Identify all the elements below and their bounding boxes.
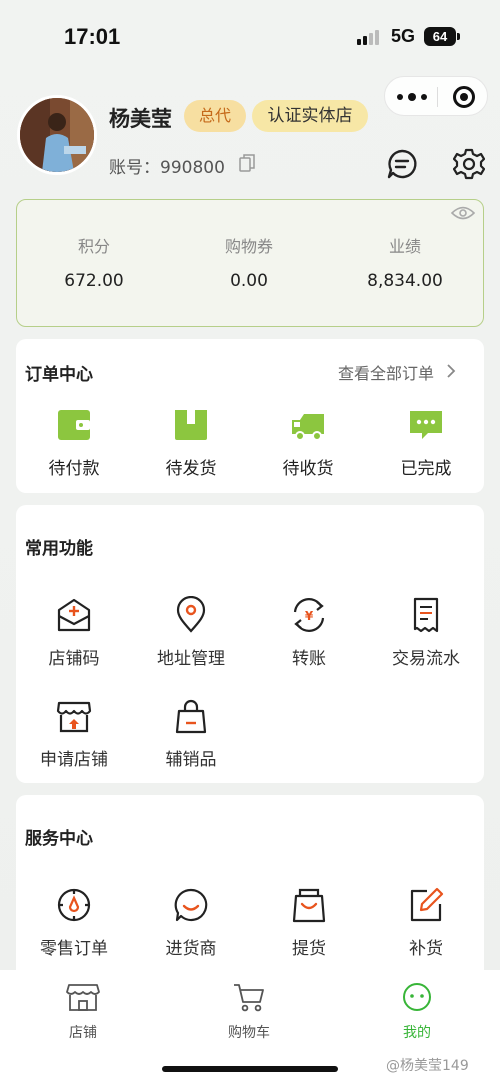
stat-value: 8,834.00 [367,271,443,291]
stat-performance[interactable]: 业绩 8,834.00 [345,233,465,291]
func-transfer[interactable]: ¥ 转账 [254,596,364,669]
me-icon [403,983,431,1011]
func-label: 辅销品 [165,750,217,770]
order-label: 待发货 [165,459,217,479]
truck-icon [292,414,324,441]
tab-label: 我的 [403,1025,431,1041]
shop-icon [66,984,100,1011]
watermark: @杨美莹149 [386,1058,469,1074]
stat-label: 积分 [77,237,110,256]
func-label: 店铺码 [48,649,100,669]
signal-icon [357,29,381,45]
service-suppliers[interactable]: 进货商 [136,886,246,959]
tab-label: 店铺 [69,1025,97,1041]
svg-text:¥: ¥ [305,609,314,623]
view-all-orders-link[interactable]: 查看全部订单 [338,360,434,384]
order-pending-payment[interactable]: 待付款 [34,408,114,479]
tab-shop[interactable]: 店铺 [38,982,128,1042]
order-label: 待收货 [282,459,334,479]
battery-tip [457,33,460,40]
store-code-icon [57,598,91,632]
chat-done-icon [410,411,442,439]
status-time: 17:01 [64,24,121,49]
func-label: 提货 [292,939,326,959]
receipt-icon [413,597,439,633]
eye-icon[interactable] [451,205,475,221]
bag-icon [175,699,207,734]
gear-icon[interactable] [453,148,485,180]
avatar[interactable] [17,95,97,175]
more-icon[interactable] [397,86,427,106]
edit-icon [410,887,444,922]
store-badge: 认证实体店 [252,100,368,132]
shop-apply-icon [56,701,92,733]
func-transactions[interactable]: 交易流水 [371,596,481,669]
home-indicator [162,1066,338,1072]
account-number: 账号：990800 [109,158,225,178]
location-icon [176,595,206,633]
order-center-title: 订单中心 [25,365,93,385]
agent-badge: 总代 [184,100,246,132]
func-store-code[interactable]: 店铺码 [19,596,129,669]
pickup-bag-icon [292,888,326,923]
func-label: 零售订单 [40,939,108,959]
func-promo-goods[interactable]: 辅销品 [136,697,246,770]
order-pending-shipment[interactable]: 待发货 [151,408,231,479]
common-functions-title: 常用功能 [25,539,93,559]
func-label: 申请店铺 [40,750,108,770]
func-label: 交易流水 [392,649,460,669]
transfer-icon: ¥ [293,598,325,632]
stat-coupons[interactable]: 购物券 0.00 [189,233,309,291]
copy-icon[interactable] [239,154,255,172]
package-icon [175,410,207,440]
stat-value: 672.00 [64,271,124,291]
smile-chat-icon [174,888,208,922]
user-name: 杨美莹 [109,107,172,131]
func-label: 转账 [292,649,326,669]
order-label: 已完成 [400,459,452,479]
stat-points[interactable]: 积分 672.00 [34,233,154,291]
cart-icon [234,984,264,1012]
order-pending-receipt[interactable]: 待收货 [268,408,348,479]
func-label: 地址管理 [157,649,225,669]
tab-label: 购物车 [228,1025,270,1041]
battery-icon: 64 [424,27,456,46]
stat-label: 购物券 [224,237,273,256]
order-label: 待付款 [48,459,100,479]
capsule-divider [437,87,438,107]
message-icon[interactable] [386,148,418,180]
service-center-title: 服务中心 [25,829,93,849]
stat-value: 0.00 [230,271,268,291]
service-restock[interactable]: 补货 [371,886,481,959]
miniprogram-capsule [384,76,488,116]
wallet-icon [58,410,90,440]
chevron-right-icon[interactable] [444,364,458,378]
close-miniprogram-icon[interactable] [453,86,475,108]
func-label: 补货 [409,939,443,959]
network-label: 5G [391,26,416,46]
compass-icon [57,888,91,922]
tab-me[interactable]: 我的 [372,982,462,1042]
func-apply-store[interactable]: 申请店铺 [19,697,129,770]
service-retail-orders[interactable]: 零售订单 [19,886,129,959]
stat-label: 业绩 [388,237,421,256]
status-bar: 17:01 5G 64 [0,0,500,70]
func-address[interactable]: 地址管理 [136,595,246,669]
service-pickup[interactable]: 提货 [254,886,364,959]
func-label: 进货商 [165,939,217,959]
tab-cart[interactable]: 购物车 [204,982,294,1042]
order-completed[interactable]: 已完成 [386,408,466,479]
